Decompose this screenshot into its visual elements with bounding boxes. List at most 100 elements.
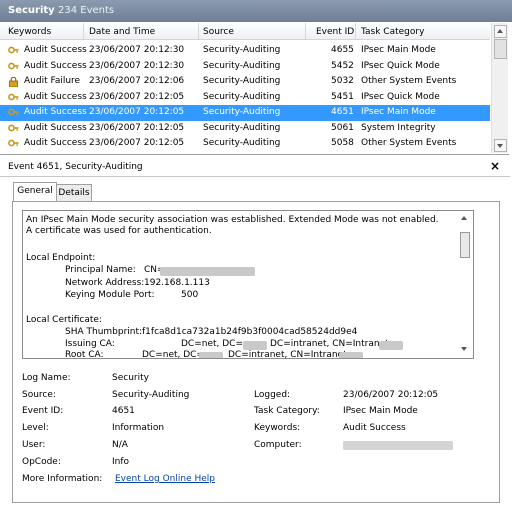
table-row[interactable]: Audit Success 23/06/2007 20:12:05 Security…: [0, 121, 490, 137]
keying-port-label: Keying Module Port:: [65, 290, 155, 300]
row-event-id: 4651: [331, 107, 354, 117]
key-icon: [0, 43, 20, 58]
sha-thumbprint-label: SHA Thumbprint:: [65, 327, 143, 337]
event-log-online-help-link[interactable]: Event Log Online Help: [115, 474, 215, 484]
table-row-selected[interactable]: Audit Success 23/06/2007 20:12:05 Security…: [0, 105, 490, 121]
event-list-pane: Keywords Date and Time Source Event ID T…: [0, 23, 509, 155]
sha-thumbprint-value: f1fca8d1ca732a1b24f9b3f0004cad58524dd9e4: [142, 327, 358, 337]
table-row[interactable]: Audit Success 23/06/2007 20:12:05 Security…: [0, 90, 490, 106]
scroll-down-arrow-icon[interactable]: [461, 347, 467, 351]
scroll-up-button[interactable]: [494, 25, 507, 38]
redacted-value: [160, 267, 255, 276]
row-date-time: 23/06/2007 20:12:05: [89, 91, 185, 102]
row-task-category: Other System Events: [361, 76, 457, 86]
row-task-category: IPsec Main Mode: [361, 107, 436, 117]
root-ca-dc1: DC=net, DC=: [142, 350, 205, 359]
log-name-value: Security: [112, 373, 149, 383]
column-divider[interactable]: [198, 23, 199, 39]
row-date-time: 23/06/2007 20:12:05: [89, 107, 185, 117]
keywords-value: Audit Success: [343, 423, 406, 433]
source-label: Source:: [22, 390, 56, 400]
tab-details[interactable]: Details: [56, 184, 92, 201]
description-intro: An IPsec Main Mode security association …: [26, 215, 439, 236]
keying-port-value: 500: [181, 290, 199, 300]
row-task-category: Other System Events: [361, 138, 457, 148]
principal-name-label: Principal Name:: [65, 265, 136, 275]
computer-label: Computer:: [254, 440, 302, 450]
column-divider[interactable]: [355, 23, 356, 39]
scroll-thumb[interactable]: [460, 232, 470, 258]
issuing-ca-label: Issuing CA:: [65, 339, 115, 349]
event-list-scrollbar[interactable]: [491, 23, 508, 153]
event-detail-title: Event 4651, Security-Auditing: [8, 162, 143, 172]
scroll-up-arrow-icon[interactable]: [461, 216, 467, 220]
table-row[interactable]: Audit Success 23/06/2007 20:12:30 Security…: [0, 59, 490, 75]
row-keyword: Audit Failure: [24, 76, 81, 86]
close-icon[interactable]: ×: [490, 159, 500, 173]
row-event-id: 5061: [331, 122, 354, 133]
row-keyword: Audit Success: [24, 107, 87, 117]
table-row[interactable]: Audit Success 23/06/2007 20:12:30 Security…: [0, 43, 490, 59]
column-header-date-time[interactable]: Date and Time: [89, 26, 155, 38]
event-description[interactable]: An IPsec Main Mode security association …: [22, 210, 474, 359]
more-information-label: More Information:: [22, 474, 103, 484]
table-row[interactable]: Audit Failure 23/06/2007 20:12:06 Security…: [0, 74, 490, 90]
event-detail-header: Event 4651, Security-Auditing ×: [0, 158, 510, 177]
row-source: Security-Auditing: [203, 122, 281, 133]
column-header-keywords[interactable]: Keywords: [8, 26, 51, 38]
column-header-task-category[interactable]: Task Category: [361, 26, 424, 38]
user-value: N/A: [112, 440, 128, 450]
row-keyword: Audit Success: [24, 122, 87, 133]
log-title: Security: [8, 5, 55, 16]
redacted-value: [339, 352, 363, 358]
row-source: Security-Auditing: [203, 91, 281, 102]
level-value: Information: [112, 423, 165, 433]
column-header-source[interactable]: Source: [203, 26, 234, 38]
scroll-thumb[interactable]: [494, 39, 507, 59]
source-value: Security-Auditing: [112, 390, 190, 400]
row-date-time: 23/06/2007 20:12:30: [89, 45, 185, 55]
key-icon: [0, 136, 20, 151]
scroll-down-button[interactable]: [494, 139, 507, 152]
user-label: User:: [22, 440, 46, 450]
column-header-event-id[interactable]: Event ID: [316, 26, 354, 38]
row-date-time: 23/06/2007 20:12:05: [89, 122, 185, 133]
row-date-time: 23/06/2007 20:12:30: [89, 60, 185, 71]
logged-value: 23/06/2007 20:12:05: [343, 390, 439, 400]
row-date-time: 23/06/2007 20:12:05: [89, 138, 185, 148]
row-keyword: Audit Success: [24, 45, 87, 55]
key-icon: [0, 59, 20, 74]
row-event-id: 5451: [331, 91, 354, 102]
log-name-label: Log Name:: [22, 373, 71, 383]
event-count: 234 Events: [58, 5, 115, 16]
opcode-value: Info: [112, 457, 130, 467]
key-icon: [0, 90, 20, 105]
event-id-label: Event ID:: [22, 406, 64, 416]
column-header-row: Keywords Date and Time Source Event ID T…: [0, 23, 490, 40]
redacted-value: [199, 352, 223, 358]
row-keyword: Audit Success: [24, 60, 87, 71]
local-certificate-header: Local Certificate:: [26, 315, 102, 325]
row-source: Security-Auditing: [203, 107, 281, 117]
root-ca-dc2: DC=intranet, CN=Intranet: [228, 350, 347, 359]
row-task-category: IPsec Quick Mode: [361, 60, 440, 71]
tab-general[interactable]: General: [13, 182, 57, 201]
row-keyword: Audit Success: [24, 138, 87, 148]
column-divider[interactable]: [305, 23, 306, 39]
column-divider[interactable]: [83, 23, 84, 39]
row-source: Security-Auditing: [203, 138, 281, 148]
row-source: Security-Auditing: [203, 60, 281, 71]
description-scrollbar[interactable]: [460, 212, 470, 355]
row-event-id: 5032: [331, 76, 354, 86]
level-label: Level:: [22, 423, 49, 433]
network-address-value: 192.168.1.113: [144, 278, 210, 288]
event-id-value: 4651: [112, 406, 135, 416]
log-title-bar: Security 234 Events: [0, 0, 512, 22]
local-endpoint-header: Local Endpoint:: [26, 253, 96, 263]
table-row[interactable]: Audit Success 23/06/2007 20:12:05 Security…: [0, 136, 490, 152]
row-date-time: 23/06/2007 20:12:06: [89, 76, 185, 86]
row-task-category: System Integrity: [361, 122, 436, 133]
lock-icon: [0, 74, 20, 89]
row-source: Security-Auditing: [203, 76, 281, 86]
redacted-value: [343, 441, 453, 450]
